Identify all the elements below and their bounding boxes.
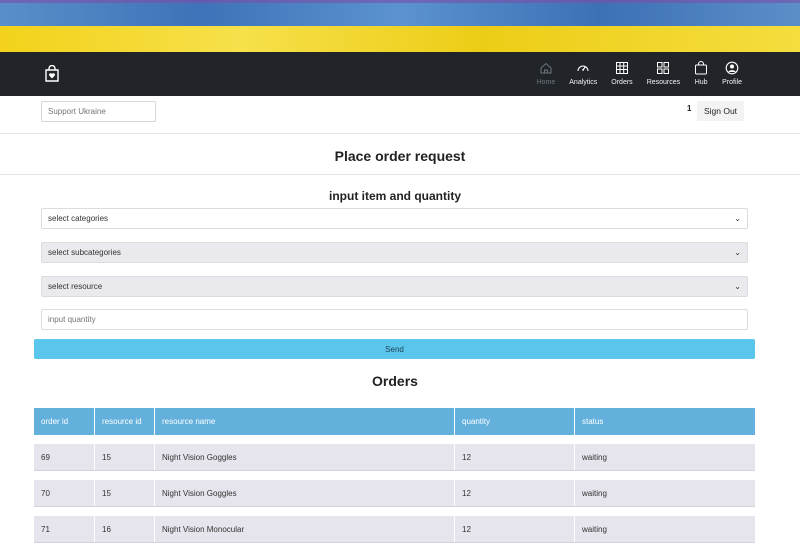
section-divider xyxy=(0,174,800,175)
nav-item-hub[interactable]: Hub xyxy=(694,58,708,90)
column-header-resource-name: resource name xyxy=(155,408,455,435)
quantity-cell: 12 xyxy=(455,444,575,470)
quantity-input[interactable] xyxy=(41,309,748,330)
page-title: Place order request xyxy=(334,148,466,164)
flag-yellow-stripe xyxy=(0,26,800,52)
nav-item-resources[interactable]: Resources xyxy=(647,58,680,90)
subcategory-select-value: select subcategories xyxy=(48,248,121,257)
orders-table: order id resource id resource name quant… xyxy=(34,408,755,543)
home-icon xyxy=(540,62,552,74)
nav-label-home: Home xyxy=(536,79,556,86)
nav-menu: Home Analytics Orders Resources Hub Prof… xyxy=(523,58,742,90)
status-cell: waiting xyxy=(582,524,607,534)
category-select[interactable]: select categories ⌄ xyxy=(41,208,748,229)
nav-item-home[interactable]: Home xyxy=(536,58,556,90)
notification-count-badge: 1 xyxy=(687,104,692,113)
orders-title: Orders xyxy=(372,373,418,389)
resource-id-cell: 15 xyxy=(95,480,155,506)
form-title: input item and quantity xyxy=(329,189,461,203)
category-select-value: select categories xyxy=(48,214,109,223)
flag-blue-stripe xyxy=(0,0,800,26)
nav-label-profile: Profile xyxy=(722,79,742,86)
nav-item-orders[interactable]: Orders xyxy=(611,58,633,90)
column-header-quantity: quantity xyxy=(455,408,575,435)
table-row[interactable]: 69 15 Night Vision Goggles 12 waiting xyxy=(34,444,755,471)
nav-label-analytics: Analytics xyxy=(569,79,598,86)
sign-out-button[interactable]: Sign Out xyxy=(697,101,744,121)
chevron-down-icon: ⌄ xyxy=(734,248,741,257)
nav-label-hub: Hub xyxy=(694,79,708,86)
resource-name-cell: Night Vision Goggles xyxy=(155,480,455,506)
resource-name-cell: Night Vision Monocular xyxy=(155,516,455,542)
table-row[interactable]: 71 16 Night Vision Monocular 12 waiting xyxy=(34,516,755,543)
quantity-cell: 12 xyxy=(455,480,575,506)
support-ukraine-input[interactable] xyxy=(41,101,156,122)
status-cell: waiting xyxy=(582,488,607,498)
ukraine-flag-banner xyxy=(0,0,800,52)
bag-icon xyxy=(695,61,708,75)
top-navbar: Home Analytics Orders Resources Hub Prof… xyxy=(0,52,800,96)
resource-id-cell: 15 xyxy=(95,444,155,470)
resource-name-cell: Night Vision Goggles xyxy=(155,444,455,470)
table-row[interactable]: 70 15 Night Vision Goggles 12 waiting xyxy=(34,480,755,507)
quantity-cell: 12 xyxy=(455,516,575,542)
nav-item-analytics[interactable]: Analytics xyxy=(569,58,597,90)
nav-label-resources: Resources xyxy=(646,79,681,86)
resource-select[interactable]: select resource ⌄ xyxy=(41,276,748,297)
chevron-down-icon: ⌄ xyxy=(734,214,741,223)
column-header-order-id: order id xyxy=(34,408,95,435)
column-header-status: status xyxy=(582,417,604,426)
chevron-down-icon: ⌄ xyxy=(734,282,741,291)
send-button[interactable]: Send xyxy=(34,339,755,359)
resource-select-value: select resource xyxy=(48,282,103,291)
order-id-cell: 70 xyxy=(34,480,95,506)
order-id-cell: 71 xyxy=(34,516,95,542)
nav-label-orders: Orders xyxy=(611,79,633,86)
grid-icon xyxy=(657,62,670,74)
shopping-bag-heart-icon[interactable] xyxy=(43,64,61,83)
resource-id-cell: 16 xyxy=(95,516,155,542)
column-header-resource-id: resource id xyxy=(95,408,155,435)
nav-item-profile[interactable]: Profile xyxy=(722,58,742,90)
subcategory-select[interactable]: select subcategories ⌄ xyxy=(41,242,748,263)
order-id-cell: 69 xyxy=(34,444,95,470)
speedometer-icon xyxy=(577,65,589,72)
person-circle-icon xyxy=(725,61,739,75)
table-header: order id resource id resource name quant… xyxy=(34,408,755,435)
sub-header: 1 Sign Out xyxy=(0,96,800,134)
status-cell: waiting xyxy=(582,452,607,462)
table-icon xyxy=(615,62,628,74)
